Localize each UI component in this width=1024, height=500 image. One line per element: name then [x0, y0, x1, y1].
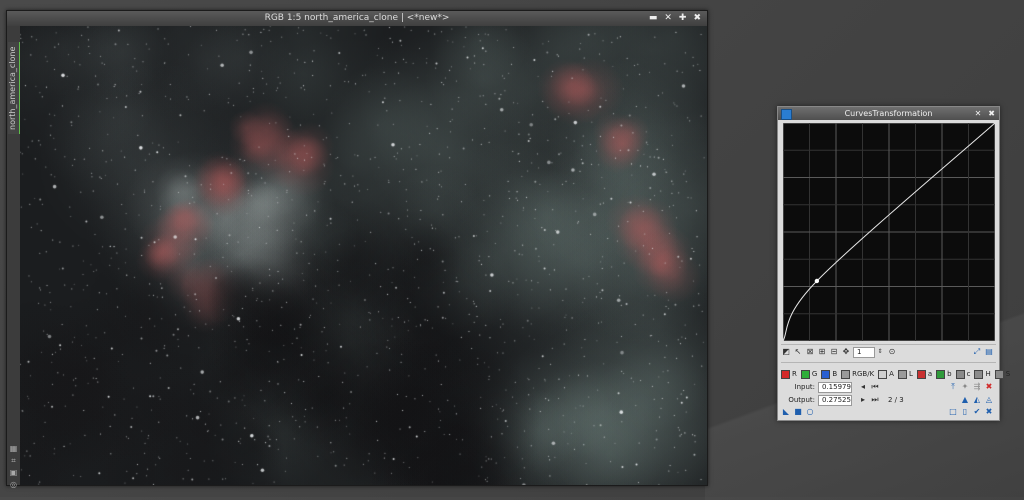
zoom-reset-icon[interactable]: ⊙ [887, 347, 897, 357]
image-window-titlebar[interactable]: RGB 1:5 north_america_clone | <*new*> ▬ … [7, 11, 707, 26]
channel-g[interactable]: G [800, 369, 818, 379]
output-label: Output: [788, 396, 815, 404]
curve-points[interactable] [814, 278, 820, 284]
channel-label: A [889, 370, 894, 378]
zoom-spinner-icon[interactable]: ⇕ [875, 347, 885, 357]
curves-titlebar[interactable]: CurvesTransformation ✕ ✖ [778, 107, 999, 120]
delete-curve-icon[interactable]: ✖ [984, 382, 994, 392]
separator [781, 344, 996, 345]
close-icon[interactable]: ✖ [693, 11, 701, 26]
channel-h[interactable]: H [974, 369, 991, 379]
channel-label: B [832, 370, 838, 378]
apply-icon[interactable]: ■ [793, 407, 803, 417]
real-time-preview-icon[interactable]: ○ [805, 407, 815, 417]
akima-interpolation-icon[interactable]: ▲ [960, 395, 970, 405]
shade-icon[interactable]: ✕ [975, 107, 982, 120]
channel-label: L [908, 370, 913, 378]
input-row: Input: 0.15979 ◂ ⏮ ⤒ ✦ ⇶ ✖ [781, 381, 996, 393]
channel-swatch [955, 369, 965, 379]
store-icon[interactable]: ⇶ [972, 382, 982, 392]
track-view-icon[interactable]: ▯ [960, 407, 970, 417]
channel-s[interactable]: S [994, 369, 1011, 379]
output-row: Output: 0.27525 ▸ ⏭ 2 / 3 ▲ ◭ ◬ [781, 394, 996, 406]
curve-graph[interactable] [783, 123, 995, 341]
channel-swatch [821, 369, 831, 379]
process-bottom-bar: ◣ ■ ○ □ ▯ ✔ ✖ [781, 406, 996, 418]
channel-r[interactable]: R [781, 369, 797, 379]
channel-label: G [811, 370, 818, 378]
image-window-title: RGB 1:5 north_america_clone | <*new*> [264, 13, 450, 23]
next-point-icon[interactable]: ▸ [858, 395, 868, 405]
channel-swatch [994, 369, 1004, 379]
channel-swatch [841, 369, 851, 379]
reset-icon[interactable]: ✦ [960, 382, 970, 392]
channel-c[interactable]: c [955, 369, 971, 379]
separator [781, 362, 996, 363]
channel-swatch [878, 369, 888, 379]
mask-icon[interactable]: ▣ [9, 468, 18, 477]
zoom-out-icon[interactable]: ⊟ [829, 347, 839, 357]
apply-global-icon[interactable]: ✔ [972, 407, 982, 417]
channel-label: c [966, 370, 971, 378]
channel-swatch [936, 369, 946, 379]
channel-a[interactable]: a [916, 369, 933, 379]
channel-b[interactable]: B [821, 369, 838, 379]
shade-icon[interactable]: ✕ [664, 11, 672, 26]
curve-point[interactable] [814, 278, 820, 284]
channel-label: S [1005, 370, 1011, 378]
minimize-icon[interactable]: ▬ [649, 11, 658, 26]
process-icon[interactable] [781, 109, 792, 120]
channel-b[interactable]: b [936, 369, 952, 379]
maximize-icon[interactable]: ✚ [679, 11, 687, 26]
invert-icon[interactable]: ⤒ [948, 382, 958, 392]
close-icon[interactable]: ✖ [988, 107, 995, 120]
input-label: Input: [794, 383, 815, 391]
zoom-in-icon[interactable]: ⊞ [817, 347, 827, 357]
image-sidebar: north_america_clone ▦ ⌗ ▣ ◎ [7, 26, 21, 489]
graph-style-icon[interactable]: ⤢ [972, 347, 982, 357]
channel-label: R [792, 370, 797, 378]
reset-instance-icon[interactable]: ✖ [984, 407, 994, 417]
channel-label: H [985, 370, 991, 378]
channel-label: RGB/K [852, 370, 875, 378]
first-point-icon[interactable]: ⏮ [870, 382, 880, 392]
output-field[interactable]: 0.27525 [818, 394, 852, 406]
image-window[interactable]: RGB 1:5 north_america_clone | <*new*> ▬ … [6, 10, 708, 489]
channel-a[interactable]: A [878, 369, 894, 379]
channel-selector: R G B RGB/K A La b c H S [781, 368, 1010, 380]
input-field[interactable]: 0.15979 [818, 381, 852, 393]
curves-title: CurvesTransformation [844, 109, 933, 118]
pan-icon[interactable]: ✥ [841, 347, 851, 357]
last-point-icon[interactable]: ⏭ [870, 395, 880, 405]
channel-swatch [916, 369, 926, 379]
nebula-image[interactable] [20, 26, 707, 485]
channel-label: b [947, 370, 952, 378]
linear-interpolation-icon[interactable]: ◬ [984, 395, 994, 405]
channel-swatch [897, 369, 907, 379]
curves-transformation-window[interactable]: CurvesTransformation ✕ ✖ ◩ ↖ ⊠ ⊞ ⊟ ✥ 1 ⇕… [777, 106, 1010, 421]
point-counter: 2 / 3 [888, 396, 904, 404]
channel-rgb-k[interactable]: RGB/K [841, 369, 875, 379]
delete-point-icon[interactable]: ⊠ [805, 347, 815, 357]
channel-swatch [800, 369, 810, 379]
select-point-icon[interactable]: ↖ [793, 347, 803, 357]
histogram-icon[interactable]: ▤ [984, 347, 994, 357]
zoom-field[interactable]: 1 [853, 346, 875, 358]
prev-point-icon[interactable]: ◂ [858, 382, 868, 392]
new-instance-icon[interactable]: ◣ [781, 407, 791, 417]
channel-label: a [927, 370, 933, 378]
graph-toolbar: ◩ ↖ ⊠ ⊞ ⊟ ✥ 1 ⇕ ⊙ ⤢ ▤ [781, 346, 996, 358]
cubic-interpolation-icon[interactable]: ◭ [972, 395, 982, 405]
edit-point-icon[interactable]: ◩ [781, 347, 791, 357]
settings-icon[interactable]: ◎ [9, 480, 18, 489]
channel-swatch [781, 369, 790, 379]
channel-swatch [974, 369, 984, 379]
preview-icon[interactable]: ⌗ [9, 456, 18, 465]
dock-icon[interactable]: ▦ [9, 444, 18, 453]
channel-l[interactable]: L [897, 369, 913, 379]
browse-documentation-icon[interactable]: □ [948, 407, 958, 417]
